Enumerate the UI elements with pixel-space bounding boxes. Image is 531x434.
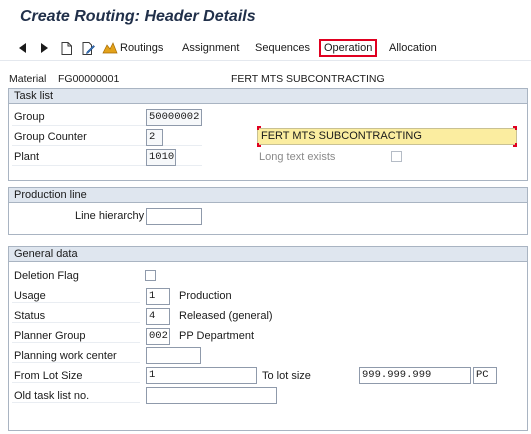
edit-document-icon[interactable]: [81, 41, 95, 55]
usage-label: Usage: [14, 290, 46, 302]
status-field[interactable]: 4: [146, 308, 170, 325]
long-text-checkbox[interactable]: [391, 151, 402, 162]
planner-group-field[interactable]: 002: [146, 328, 170, 345]
sequences-button[interactable]: Sequences: [251, 39, 314, 57]
task-list-group: Task list Group 50000002 Group Counter 2…: [8, 88, 528, 181]
page-title: Create Routing: Header Details: [20, 8, 256, 25]
plant-field[interactable]: 1010: [146, 149, 176, 166]
old-task-list-label: Old task list no.: [14, 390, 90, 402]
status-label: Status: [14, 310, 46, 322]
forward-arrow-icon[interactable]: [38, 41, 52, 55]
assignment-button[interactable]: Assignment: [178, 39, 243, 57]
group-counter-label: Group Counter: [14, 131, 87, 143]
unit-field[interactable]: PC: [473, 367, 497, 384]
material-description: FERT MTS SUBCONTRACTING: [231, 73, 385, 85]
new-document-icon[interactable]: [59, 41, 73, 55]
to-lot-size-label: To lot size: [262, 370, 311, 382]
planner-group-text: PP Department: [179, 330, 255, 342]
planner-group-label: Planner Group: [14, 330, 86, 342]
focus-corner: [257, 126, 261, 130]
from-lot-size-label: From Lot Size: [14, 370, 83, 382]
planning-work-center-field[interactable]: [146, 347, 201, 364]
focus-corner: [513, 126, 517, 130]
group-counter-field[interactable]: 2: [146, 129, 163, 146]
production-line-group: Production line Line hierarchy: [8, 187, 528, 235]
material-label: Material: [9, 73, 47, 85]
back-arrow-icon[interactable]: [16, 41, 30, 55]
line-hierarchy-label: Line hierarchy: [75, 210, 145, 222]
from-lot-size-field[interactable]: 1: [146, 367, 257, 384]
material-number: FG00000001: [58, 73, 120, 85]
group-field[interactable]: 50000002: [146, 109, 202, 126]
focus-corner: [513, 143, 517, 147]
allocation-button[interactable]: Allocation: [385, 39, 441, 57]
deletion-flag-checkbox[interactable]: [145, 270, 156, 281]
long-text-label: Long text exists: [259, 151, 336, 163]
deletion-flag-label: Deletion Flag: [14, 270, 79, 282]
old-task-list-field[interactable]: [146, 387, 277, 404]
line-hierarchy-field[interactable]: [146, 208, 202, 225]
production-line-header: Production line: [9, 188, 527, 203]
general-data-header: General data: [9, 247, 527, 262]
usage-field[interactable]: 1: [146, 288, 170, 305]
plant-label: Plant: [14, 151, 40, 163]
task-list-description-field[interactable]: FERT MTS SUBCONTRACTING: [257, 128, 517, 145]
title-bar: Create Routing: Header Details: [0, 0, 531, 35]
routings-button[interactable]: Routings: [116, 39, 167, 57]
planning-work-center-label: Planning work center: [14, 350, 117, 362]
general-data-group: General data Deletion Flag Usage 1 Produ…: [8, 246, 528, 431]
operation-button[interactable]: Operation: [319, 39, 378, 57]
usage-text: Production: [179, 290, 232, 302]
task-list-header: Task list: [9, 89, 527, 104]
status-text: Released (general): [179, 310, 273, 322]
focus-corner: [257, 143, 261, 147]
group-label: Group: [14, 111, 45, 123]
to-lot-size-field[interactable]: 999.999.999: [359, 367, 471, 384]
application-toolbar: Routings Assignment Sequences Operation …: [0, 35, 531, 61]
